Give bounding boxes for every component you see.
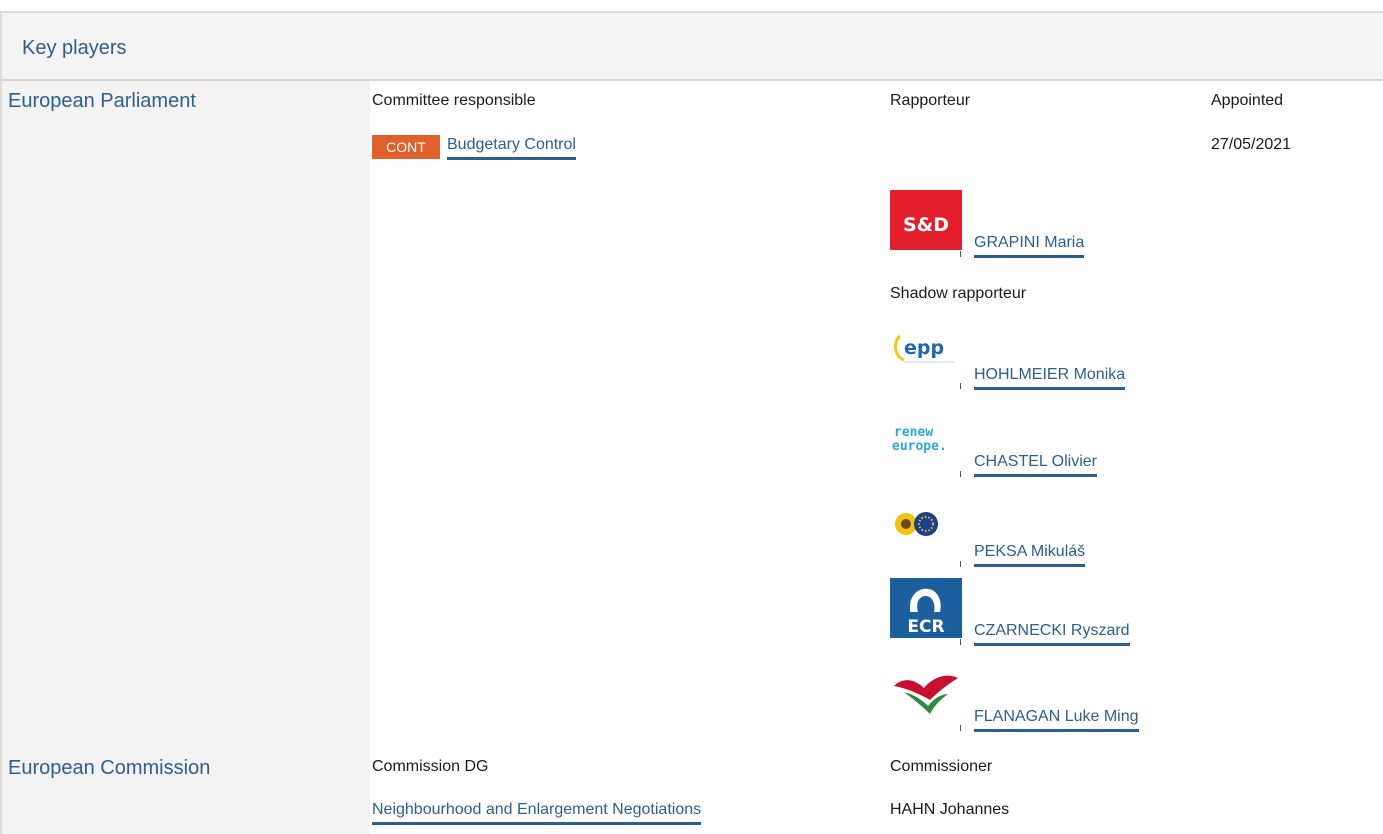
european-commission-label: European Commission (8, 757, 211, 779)
dg-link-neighbourhood[interactable]: Neighbourhood and Enlargement Negotiatio… (372, 801, 702, 825)
shadow-link-hohlmeier[interactable]: HOHLMEIER Monika (974, 366, 1126, 390)
left-group-logo-icon (890, 664, 962, 724)
committee-code-badge: CONT (372, 135, 440, 159)
shadow-link-flanagan[interactable]: FLANAGAN Luke Ming (974, 708, 1139, 732)
logo-caption-marker (960, 251, 961, 257)
greens-group-logo-icon (890, 500, 962, 560)
logo-caption-marker (960, 383, 961, 389)
european-parliament-label: European Parliament (8, 90, 196, 112)
committee-link-budgetary-control[interactable]: Budgetary Control (447, 136, 576, 160)
shadow-link-peksa[interactable]: PEKSA Mikuláš (974, 543, 1086, 567)
appointed-date: 27/05/2021 (1211, 136, 1292, 153)
logo-caption-marker (960, 471, 961, 477)
commission-dg-header: Commission DG (372, 758, 489, 775)
rapporteur-link-grapini[interactable]: GRAPINI Maria (974, 234, 1085, 258)
renew-group-logo-icon: renew europe. (890, 410, 962, 470)
svg-text:ECR: ECR (907, 617, 944, 637)
svg-text:europe.: europe. (892, 439, 947, 454)
svg-text:renew: renew (894, 425, 933, 440)
committee-responsible-header: Committee responsible (372, 92, 536, 109)
sd-group-logo-icon: S&D (890, 190, 962, 250)
logo-caption-marker (960, 639, 961, 645)
key-players-header: Key players (2, 13, 1383, 81)
commissioner-header: Commissioner (890, 758, 993, 775)
svg-text:epp: epp (904, 337, 944, 359)
shadow-link-chastel[interactable]: CHASTEL Olivier (974, 453, 1097, 477)
epp-group-logo-icon: epp (890, 322, 962, 382)
appointed-header: Appointed (1211, 92, 1284, 109)
panel-title: Key players (22, 37, 127, 59)
rapporteur-header: Rapporteur (890, 92, 971, 109)
logo-caption-marker (960, 561, 961, 567)
svg-text:S&D: S&D (903, 214, 949, 236)
commissioner-name: HAHN Johannes (890, 801, 1010, 818)
logo-caption-marker (960, 725, 961, 731)
shadow-rapporteur-header: Shadow rapporteur (890, 285, 1027, 302)
shadow-link-czarnecki[interactable]: CZARNECKI Ryszard (974, 622, 1130, 646)
parliament-label-cell (2, 81, 370, 754)
ecr-group-logo-icon: ECR (890, 578, 962, 638)
